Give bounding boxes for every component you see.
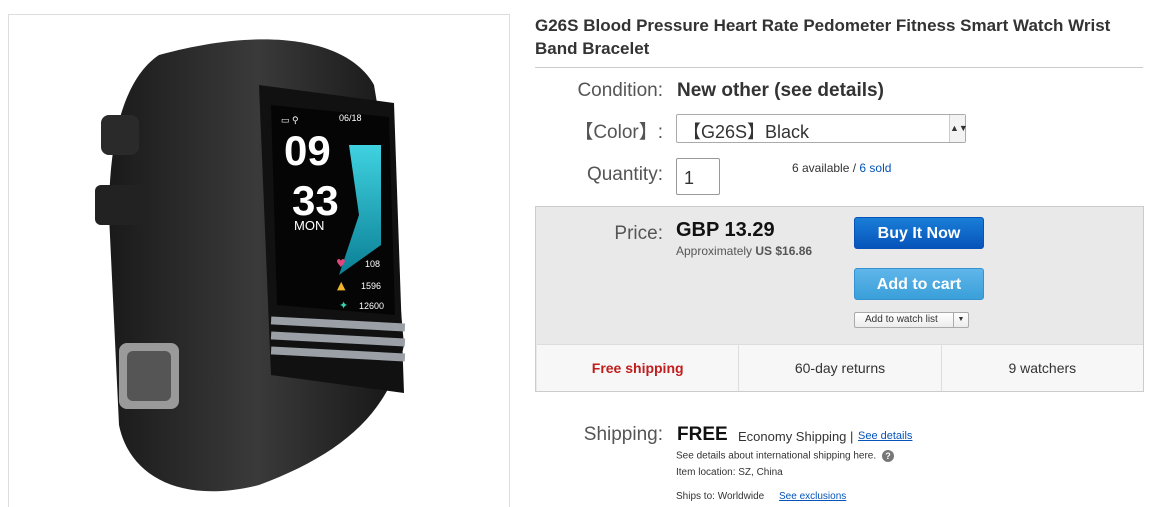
color-selected-value: 【G26S】Black bbox=[683, 122, 810, 142]
approx-price: Approximately US $16.86 bbox=[676, 244, 812, 258]
condition-label: Condition: bbox=[577, 80, 663, 101]
product-image: ▭ ⚲ 06/18 09 33 MON ♥ 108 ▲ 1596 ✦ 12600 bbox=[95, 39, 406, 492]
intl-shipping-text: See details about international shipping… bbox=[676, 450, 877, 462]
screen-steps: 12600 bbox=[359, 301, 384, 311]
screen-day: MON bbox=[294, 218, 324, 233]
color-select[interactable]: 【G26S】Black ▲▼ bbox=[676, 114, 968, 143]
shipping-method: Economy Shipping | bbox=[738, 429, 854, 444]
ships-to: Ships to: Worldwide bbox=[676, 491, 765, 502]
price-label: Price: bbox=[614, 223, 663, 244]
quantity-input[interactable]: 1 bbox=[676, 158, 720, 195]
intl-shipping-note: See details about international shipping… bbox=[676, 450, 894, 462]
watchers-cell: 9 watchers bbox=[1008, 360, 1077, 376]
caret-down-icon[interactable]: ▼ bbox=[953, 313, 968, 327]
watch-list-label: Add to watch list bbox=[865, 314, 938, 325]
title-divider bbox=[535, 67, 1143, 68]
see-details-link[interactable]: See details bbox=[858, 430, 912, 442]
quantity-label: Quantity: bbox=[586, 164, 663, 185]
screen-heart-rate: 108 bbox=[365, 259, 380, 269]
flame-icon: ▲ bbox=[337, 279, 346, 292]
product-image-panel[interactable]: ▭ ⚲ 06/18 09 33 MON ♥ 108 ▲ 1596 ✦ 12600 bbox=[8, 14, 510, 507]
color-label: 【Color】: bbox=[574, 122, 663, 143]
chevron-down-icon[interactable]: ▲▼ bbox=[949, 115, 968, 142]
buy-it-now-button[interactable]: Buy It Now bbox=[854, 217, 984, 249]
price-value: GBP 13.29 bbox=[676, 219, 775, 241]
sold-count-link[interactable]: 6 sold bbox=[859, 161, 891, 175]
info-row: Free shipping 60-day returns 9 watchers bbox=[537, 344, 1143, 391]
approx-value: US $16.86 bbox=[755, 244, 813, 258]
screen-date: 06/18 bbox=[339, 113, 362, 123]
condition-value: New other (see details) bbox=[677, 80, 884, 101]
add-to-cart-button[interactable]: Add to cart bbox=[854, 268, 984, 300]
availability-separator: / bbox=[852, 161, 857, 175]
available-count: 6 available bbox=[792, 161, 850, 175]
item-location: Item location: SZ, China bbox=[676, 467, 783, 478]
free-shipping-cell: Free shipping bbox=[537, 345, 740, 391]
add-to-watch-list-button[interactable]: Add to watch list ▼ bbox=[854, 312, 969, 328]
approx-prefix: Approximately bbox=[676, 244, 753, 258]
heart-icon: ♥ bbox=[336, 257, 346, 270]
availability-info: 6 available / 6 sold bbox=[792, 161, 891, 175]
see-exclusions-link[interactable]: See exclusions bbox=[779, 491, 846, 502]
shipping-free: FREE bbox=[677, 424, 728, 445]
help-icon[interactable]: ? bbox=[881, 450, 894, 462]
steps-icon: ✦ bbox=[339, 299, 348, 312]
screen-battery-icon: ▭ ⚲ bbox=[281, 115, 299, 125]
screen-calories: 1596 bbox=[361, 281, 381, 291]
shipping-label: Shipping: bbox=[583, 424, 663, 445]
returns-cell: 60-day returns bbox=[739, 345, 942, 391]
screen-minute: 33 bbox=[292, 177, 339, 224]
product-title: G26S Blood Pressure Heart Rate Pedometer… bbox=[535, 16, 1111, 58]
screen-hour: 09 bbox=[284, 127, 331, 174]
